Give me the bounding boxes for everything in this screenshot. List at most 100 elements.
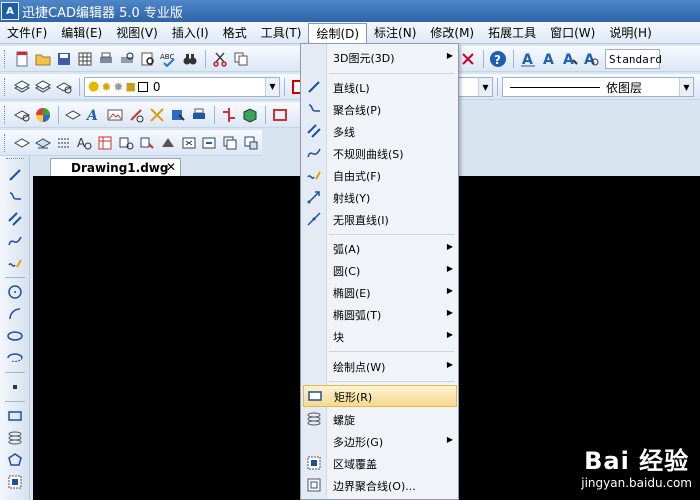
text-find-icon[interactable]: A [74, 133, 94, 153]
close-icon[interactable]: ✕ [166, 160, 176, 174]
menu-help[interactable]: 说明(H) [602, 23, 658, 43]
text-style-icon[interactable]: A [518, 49, 538, 69]
menu-extensions[interactable]: 拓展工具 [481, 23, 543, 43]
polygon-icon[interactable] [5, 450, 25, 470]
print-preview-icon[interactable] [117, 49, 137, 69]
binoculars-icon[interactable] [180, 49, 200, 69]
text-a-icon[interactable]: A [84, 105, 104, 125]
menu-item-polyline[interactable]: 聚合线(P) [301, 98, 458, 120]
menu-edit[interactable]: 编辑(E) [54, 23, 109, 43]
block-edit-icon[interactable] [168, 105, 188, 125]
menu-item-ellipse[interactable]: 椭圆(E) ▶ [301, 281, 458, 303]
menu-item-freehand[interactable]: 自由式(F) [301, 164, 458, 186]
menu-item-arc[interactable]: 弧(A) ▶ [301, 237, 458, 259]
polyline-icon[interactable] [5, 187, 25, 207]
plot-icon[interactable] [189, 105, 209, 125]
find-text-icon[interactable]: A [581, 49, 601, 69]
menu-item-wipeout[interactable]: 区域覆盖 [301, 452, 458, 474]
text-edit-icon[interactable]: A [560, 49, 580, 69]
chevron-down-icon[interactable]: ▼ [265, 77, 279, 96]
hatch-icon[interactable] [126, 105, 146, 125]
menu-item-line[interactable]: 直线(L) [301, 76, 458, 98]
xref-icon[interactable] [147, 105, 167, 125]
layers-icon[interactable] [12, 77, 32, 97]
spellcheck-icon[interactable]: ABC [159, 49, 179, 69]
layer-state-icon[interactable] [33, 77, 53, 97]
menu-format[interactable]: 格式 [216, 23, 254, 43]
ellipse-arc-icon[interactable] [5, 348, 25, 368]
menu-item-block[interactable]: 块 ▶ [301, 325, 458, 347]
chevron-down-icon[interactable]: ▼ [478, 78, 492, 96]
layer-off-icon[interactable] [158, 133, 178, 153]
open-file-icon[interactable] [33, 49, 53, 69]
layer-select[interactable]: ● ✹ ✹ ■ 0 ▼ [84, 76, 280, 97]
image-icon[interactable] [105, 105, 125, 125]
spline-icon[interactable] [5, 231, 25, 251]
color-select[interactable]: ▼ [458, 77, 493, 97]
multiline-icon[interactable] [5, 209, 25, 229]
layer-merge-icon[interactable] [199, 133, 219, 153]
color-wheel-icon[interactable] [33, 105, 53, 125]
align-icon[interactable] [219, 105, 239, 125]
menu-item-boundary-polyline[interactable]: 边界聚合线(O)... [301, 474, 458, 496]
circle-icon[interactable] [5, 282, 25, 302]
help-icon[interactable]: ? [488, 49, 508, 69]
rectangle-icon[interactable] [5, 406, 25, 426]
dim-layer-icon[interactable] [63, 105, 83, 125]
menu-draw[interactable]: 绘制(D) [308, 22, 368, 45]
delete-icon[interactable] [458, 49, 478, 69]
menu-view[interactable]: 视图(V) [109, 23, 165, 43]
copy-icon[interactable] [231, 49, 251, 69]
layer-walk-icon[interactable] [12, 133, 32, 153]
menu-insert[interactable]: 插入(I) [165, 23, 216, 43]
menu-item-polygon[interactable]: 多边形(G) ▶ [301, 430, 458, 452]
menu-dimension[interactable]: 标注(N) [367, 23, 423, 43]
freehand-icon[interactable] [5, 253, 25, 273]
layer-previous-icon[interactable] [54, 77, 74, 97]
find-icon[interactable] [138, 49, 158, 69]
menu-item-draw-point[interactable]: 绘制点(W) ▶ [301, 355, 458, 377]
menu-modify[interactable]: 修改(M) [423, 23, 481, 43]
layer-match-icon[interactable] [12, 105, 32, 125]
layer-copy-icon[interactable] [220, 133, 240, 153]
save-icon[interactable] [54, 49, 74, 69]
menu-item-rectangle[interactable]: 矩形(R) [303, 385, 457, 407]
layer-delete-icon[interactable] [179, 133, 199, 153]
toolbar-grip[interactable] [4, 77, 7, 96]
wipeout-icon[interactable] [5, 472, 25, 492]
chevron-down-icon[interactable]: ▼ [679, 78, 693, 96]
menu-item-spline[interactable]: 不规则曲线(S) [301, 142, 458, 164]
menu-item-xline[interactable]: 无限直线(I) [301, 208, 458, 230]
mtext-icon[interactable]: A [539, 49, 559, 69]
table-icon[interactable] [75, 49, 95, 69]
toolbar-grip[interactable] [4, 133, 7, 152]
line-icon[interactable] [5, 165, 25, 185]
toolbar-grip[interactable] [5, 158, 24, 161]
menu-item-circle[interactable]: 圆(C) ▶ [301, 259, 458, 281]
layer-freeze-icon[interactable] [116, 133, 136, 153]
cut-icon[interactable] [210, 49, 230, 69]
menu-item-3d[interactable]: 3D图元(3D) ▶ [301, 46, 458, 68]
text-style-select[interactable]: Standard [605, 49, 662, 69]
arc-icon[interactable] [5, 304, 25, 324]
linetype-select[interactable]: 依图层 ▼ [502, 77, 694, 97]
menu-item-helix[interactable]: 螺旋 [301, 408, 458, 430]
menu-tools[interactable]: 工具(T) [254, 23, 309, 43]
layer-iso-icon[interactable] [33, 133, 53, 153]
toolbar-grip[interactable] [4, 49, 7, 68]
helix-icon[interactable] [5, 428, 25, 448]
grid-icon[interactable] [54, 133, 74, 153]
rectangle-small-icon[interactable] [270, 105, 290, 125]
layer-lock-icon[interactable] [137, 133, 157, 153]
ellipse-icon[interactable] [5, 326, 25, 346]
new-file-icon[interactable] [12, 49, 32, 69]
layer-translate-icon[interactable] [241, 133, 261, 153]
tab-drawing1[interactable]: Drawing1.dwg ✕ [50, 158, 181, 176]
table-edit-icon[interactable] [95, 133, 115, 153]
menu-file[interactable]: 文件(F) [0, 23, 54, 43]
print-icon[interactable] [96, 49, 116, 69]
3d-box-icon[interactable] [240, 105, 260, 125]
menu-item-multiline[interactable]: 多线 [301, 120, 458, 142]
menu-item-ray[interactable]: 射线(Y) [301, 186, 458, 208]
app-logo-icon[interactable]: A [1, 2, 19, 20]
